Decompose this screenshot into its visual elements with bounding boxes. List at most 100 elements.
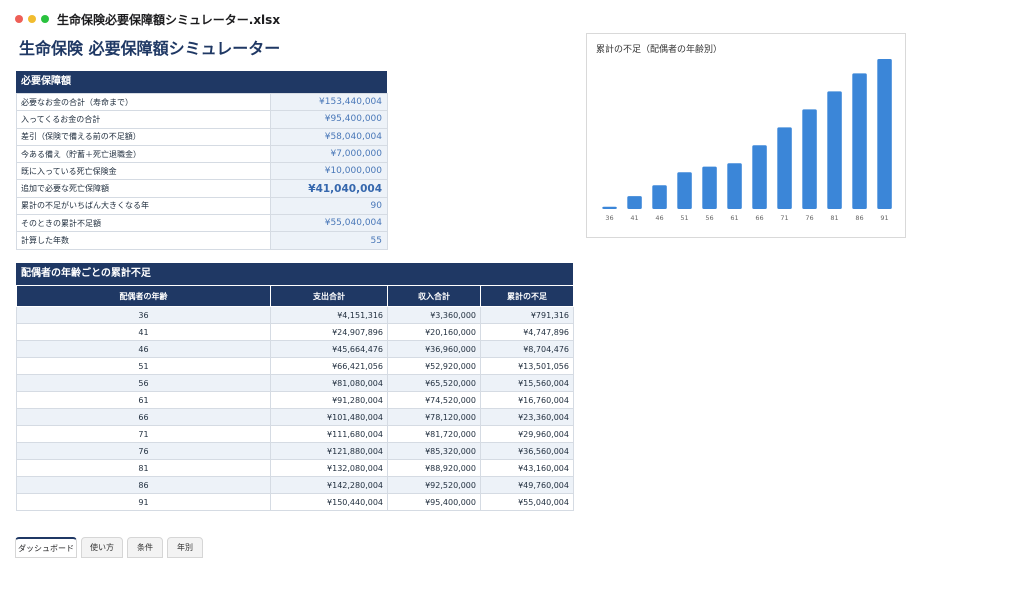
summary-value-cell[interactable]: ¥7,000,000 — [270, 144, 388, 164]
summary-row: 累計の不足がいちばん大きくなる年 90 — [16, 196, 388, 216]
table-cell[interactable]: 76 — [16, 442, 271, 460]
table-cell[interactable]: 71 — [16, 425, 271, 443]
summary-row: そのときの累計不足額 ¥55,040,004 — [16, 214, 388, 233]
table-cell[interactable]: ¥65,520,000 — [387, 374, 481, 392]
chart-bar[interactable] — [852, 73, 867, 210]
table-cell[interactable]: ¥121,880,004 — [270, 442, 388, 460]
table-cell[interactable]: ¥20,160,000 — [387, 323, 481, 341]
table-cell[interactable]: ¥13,501,056 — [480, 357, 574, 375]
table-cell[interactable]: 86 — [16, 476, 271, 494]
table-cell[interactable]: ¥45,664,476 — [270, 340, 388, 358]
table-cell[interactable]: ¥91,280,004 — [270, 391, 388, 409]
table-cell[interactable]: ¥24,907,896 — [270, 323, 388, 341]
x-tick-label: 71 — [780, 214, 788, 222]
chart-bar[interactable] — [627, 196, 642, 209]
table-cell[interactable]: ¥74,520,000 — [387, 391, 481, 409]
table-cell[interactable]: ¥78,120,000 — [387, 408, 481, 426]
chart-bar[interactable] — [727, 163, 742, 209]
column-header[interactable]: 配偶者の年齢 — [16, 285, 271, 307]
zoom-window-button[interactable] — [41, 15, 49, 23]
tab-dashboard[interactable]: ダッシュボード — [15, 537, 77, 558]
chart-bar[interactable] — [827, 91, 842, 209]
table-cell[interactable]: 36 — [16, 306, 271, 324]
summary-value-cell[interactable]: ¥10,000,000 — [270, 162, 388, 181]
table-cell[interactable]: 41 — [16, 323, 271, 341]
table-cell[interactable]: ¥111,680,004 — [270, 425, 388, 443]
table-cell[interactable]: ¥15,560,004 — [480, 374, 574, 392]
summary-row: 差引（保険で備える前の不足額） ¥58,040,004 — [16, 127, 388, 146]
table-cell[interactable]: ¥36,960,000 — [387, 340, 481, 358]
chart-bar[interactable] — [677, 172, 692, 209]
table-cell[interactable]: 81 — [16, 459, 271, 477]
table-cell[interactable]: ¥791,316 — [480, 306, 574, 324]
table-row: 81 ¥132,080,004 ¥88,920,000 ¥43,160,004 — [16, 459, 574, 477]
x-tick-label: 66 — [755, 214, 763, 222]
chart-bar[interactable] — [602, 206, 617, 209]
table-cell[interactable]: ¥4,747,896 — [480, 323, 574, 341]
chart-bar[interactable] — [802, 109, 817, 209]
table-cell[interactable]: ¥81,720,000 — [387, 425, 481, 443]
table-cell[interactable]: ¥52,920,000 — [387, 357, 481, 375]
chart-bar[interactable] — [777, 127, 792, 209]
summary-label: 必要なお金の合計（寿命まで） — [16, 92, 271, 112]
x-tick-label: 76 — [805, 214, 813, 222]
summary-value-cell[interactable]: ¥41,040,004 — [270, 179, 388, 198]
table-cell[interactable]: ¥49,760,004 — [480, 476, 574, 494]
tab-yearly[interactable]: 年別 — [167, 537, 203, 558]
summary-value-cell[interactable]: ¥58,040,004 — [270, 127, 388, 146]
table-cell[interactable]: 56 — [16, 374, 271, 392]
table-cell[interactable]: ¥4,151,316 — [270, 306, 388, 324]
table-cell[interactable]: 66 — [16, 408, 271, 426]
minimize-window-button[interactable] — [28, 15, 36, 23]
table-cell[interactable]: ¥16,760,004 — [480, 391, 574, 409]
table-cell[interactable]: ¥150,440,004 — [270, 493, 388, 511]
summary-header: 必要保障額 — [16, 71, 387, 93]
summary-value-cell[interactable]: ¥153,440,004 — [270, 92, 388, 112]
table-cell[interactable]: ¥3,360,000 — [387, 306, 481, 324]
summary-value-cell[interactable]: ¥55,040,004 — [270, 214, 388, 233]
x-tick-label: 91 — [880, 214, 888, 222]
table-cell[interactable]: 61 — [16, 391, 271, 409]
table-cell[interactable]: ¥29,960,004 — [480, 425, 574, 443]
table-row: 86 ¥142,280,004 ¥92,520,000 ¥49,760,004 — [16, 476, 574, 494]
column-header[interactable]: 支出合計 — [270, 285, 388, 307]
table-cell[interactable]: ¥85,320,000 — [387, 442, 481, 460]
close-window-button[interactable] — [15, 15, 23, 23]
table-cell[interactable]: ¥81,080,004 — [270, 374, 388, 392]
table-cell[interactable]: 46 — [16, 340, 271, 358]
table-cell[interactable]: ¥43,160,004 — [480, 459, 574, 477]
chart-bar[interactable] — [752, 145, 767, 209]
table-cell[interactable]: ¥36,560,004 — [480, 442, 574, 460]
detail-header-row: 配偶者の年齢 支出合計 収入合計 累計の不足 — [16, 285, 574, 307]
table-cell[interactable]: ¥101,480,004 — [270, 408, 388, 426]
chart-bar[interactable] — [702, 166, 717, 209]
summary-row: 追加で必要な死亡保障額 ¥41,040,004 — [16, 179, 388, 198]
table-row: 56 ¥81,080,004 ¥65,520,000 ¥15,560,004 — [16, 374, 574, 392]
chart-bar[interactable] — [652, 185, 667, 209]
table-cell[interactable]: 51 — [16, 357, 271, 375]
table-cell[interactable]: ¥95,400,000 — [387, 493, 481, 511]
table-cell[interactable]: ¥66,421,056 — [270, 357, 388, 375]
summary-value-cell[interactable]: 90 — [270, 196, 388, 216]
column-header[interactable]: 収入合計 — [387, 285, 481, 307]
page-title: 生命保険 必要保障額シミュレーター — [19, 39, 281, 58]
table-cell[interactable]: ¥92,520,000 — [387, 476, 481, 494]
summary-label: 差引（保険で備える前の不足額） — [16, 127, 271, 146]
column-header[interactable]: 累計の不足 — [480, 285, 574, 307]
x-tick-label: 81 — [830, 214, 838, 222]
summary-value-cell[interactable]: ¥95,400,000 — [270, 110, 388, 129]
tab-usage[interactable]: 使い方 — [81, 537, 123, 558]
shortfall-chart[interactable]: 累計の不足（配偶者の年齢別） 36 41 46 51 56 61 66 71 76 81 86 91 — [586, 33, 906, 238]
tab-conditions[interactable]: 条件 — [127, 537, 163, 558]
table-cell[interactable]: ¥8,704,476 — [480, 340, 574, 358]
table-cell[interactable]: ¥132,080,004 — [270, 459, 388, 477]
table-cell[interactable]: ¥23,360,004 — [480, 408, 574, 426]
detail-header: 配偶者の年齢ごとの累計不足 — [16, 263, 573, 285]
table-cell[interactable]: 91 — [16, 493, 271, 511]
table-cell[interactable]: ¥55,040,004 — [480, 493, 574, 511]
x-tick-label: 36 — [605, 214, 613, 222]
chart-bar[interactable] — [877, 59, 892, 209]
table-cell[interactable]: ¥142,280,004 — [270, 476, 388, 494]
summary-value-cell[interactable]: 55 — [270, 231, 388, 250]
table-cell[interactable]: ¥88,920,000 — [387, 459, 481, 477]
